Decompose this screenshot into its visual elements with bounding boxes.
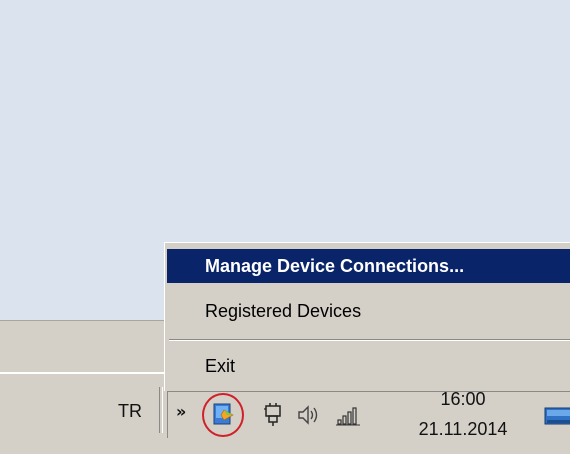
show-hidden-icons-button[interactable]: » xyxy=(176,404,186,420)
taskbar-divider xyxy=(159,387,163,433)
clock-date: 21.11.2014 xyxy=(418,419,508,439)
device-manager-icon xyxy=(213,403,234,425)
speaker-icon[interactable] xyxy=(296,403,320,427)
language-indicator[interactable]: TR xyxy=(118,401,142,422)
menu-item-manage-device-connections[interactable]: Manage Device Connections... xyxy=(167,249,570,283)
menu-separator xyxy=(169,339,570,341)
power-plug-icon[interactable] xyxy=(262,403,284,427)
menu-item-exit[interactable]: Exit xyxy=(167,349,570,383)
tray-context-menu: Manage Device Connections... Registered … xyxy=(164,242,570,391)
system-clock[interactable]: 16:00 21.11.2014 xyxy=(408,388,518,440)
menu-item-registered-devices[interactable]: Registered Devices xyxy=(167,294,570,328)
notification-area: » 16:00 21.11.2014 xyxy=(167,388,570,440)
show-desktop-icon[interactable] xyxy=(543,406,570,428)
device-connections-tray-button[interactable] xyxy=(200,392,248,438)
network-signal-icon[interactable] xyxy=(336,403,362,427)
clock-time: 16:00 xyxy=(440,389,486,409)
